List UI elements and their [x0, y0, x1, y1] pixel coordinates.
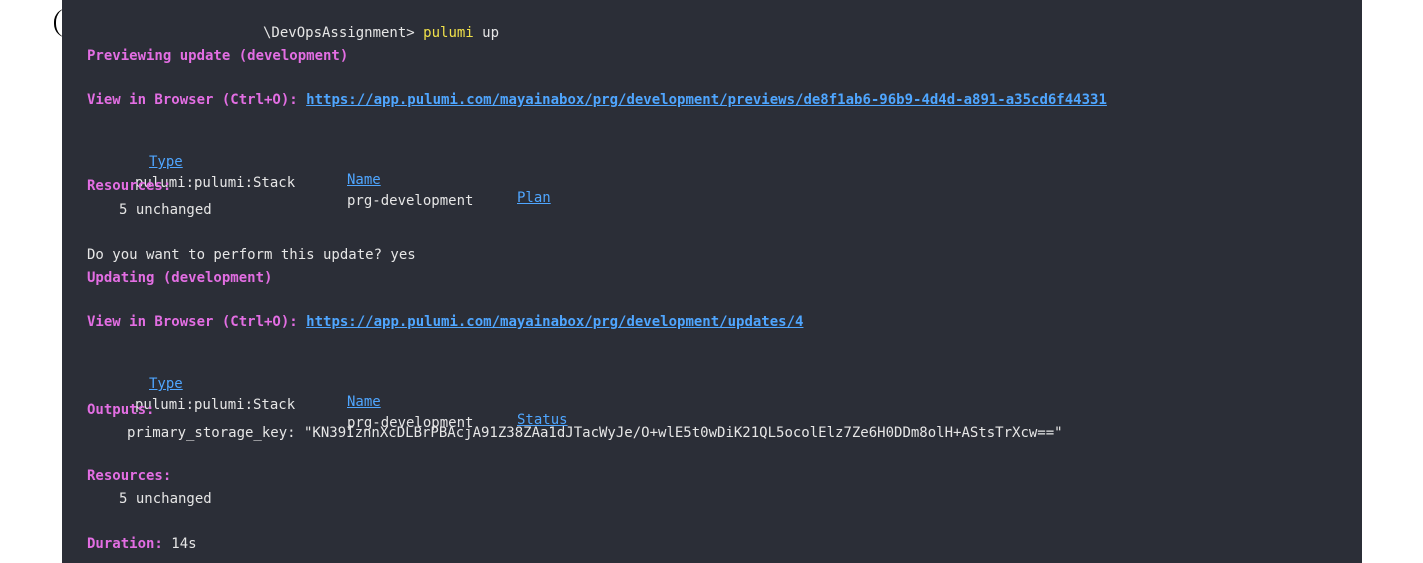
update-title: Updating (development): [87, 270, 273, 286]
duration-line: Duration: 14s: [87, 535, 197, 553]
terminal-window[interactable]: \DevOpsAssignment> pulumi up Previewing …: [62, 0, 1362, 563]
preview-url-link[interactable]: https://app.pulumi.com/mayainabox/prg/de…: [306, 92, 1107, 108]
resources-value: 5 unchanged: [119, 202, 212, 218]
duration-label: Duration:: [87, 536, 163, 552]
prompt-line: \DevOpsAssignment> pulumi up: [263, 24, 499, 42]
view-in-browser-label-2: View in Browser (Ctrl+O):: [87, 314, 298, 330]
resources-value-2: 5 unchanged: [119, 491, 212, 507]
preview-row-name: prg-development: [347, 193, 474, 209]
preview-title: Previewing update (development): [87, 48, 349, 64]
update-row-type: pulumi:pulumi:Stack: [135, 397, 296, 413]
preview-header-plan: Plan: [517, 190, 551, 206]
preview-table-header: Type Name Plan: [62, 135, 1362, 206]
output-primary-storage-key: primary_storage_key: "KN39IznnXcDLBrPBAc…: [127, 425, 1063, 441]
update-table-header: Type Name Status: [62, 357, 1362, 428]
update-url-link[interactable]: https://app.pulumi.com/mayainabox/prg/de…: [306, 314, 803, 330]
confirm-question: Do you want to perform this update? yes: [87, 247, 416, 263]
preview-view-line: View in Browser (Ctrl+O): https://app.pu…: [87, 91, 1107, 109]
duration-value: 14s: [171, 536, 197, 552]
resources-label-2: Resources:: [87, 468, 172, 484]
update-view-line: View in Browser (Ctrl+O): https://app.pu…: [87, 313, 803, 331]
preview-table-row: pulumi:pulumi:Stack prg-development: [62, 156, 1362, 209]
command-arg: up: [482, 25, 500, 41]
prompt-path: \DevOpsAssignment>: [263, 25, 415, 41]
command-name: pulumi: [423, 25, 474, 41]
resources-label: Resources:: [87, 178, 172, 194]
view-in-browser-label: View in Browser (Ctrl+O):: [87, 92, 298, 108]
outputs-label: Outputs:: [87, 402, 155, 418]
update-table-row: pulumi:pulumi:Stack prg-development: [62, 378, 1362, 431]
